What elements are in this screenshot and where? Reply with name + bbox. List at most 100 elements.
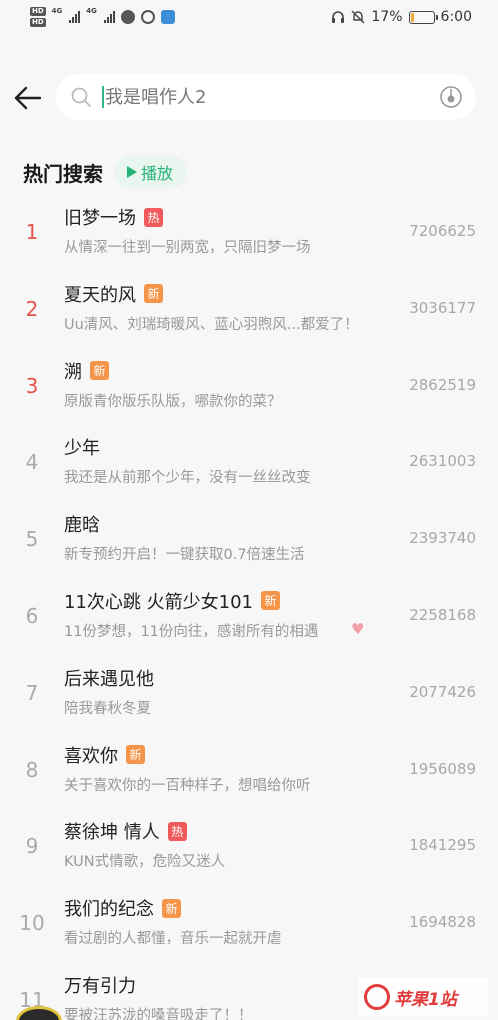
item-description: Uu清风、刘瑞琦暖风、蓝心羽煦风...都爱了！ [64,316,359,333]
signal-icon [103,11,115,23]
voice-search-icon[interactable] [438,84,464,110]
item-description: 关于喜欢你的一百种样子，想唱给你听 [64,777,311,794]
search-bar[interactable] [56,74,476,120]
watermark-text: 苹果1站 [394,989,457,1010]
list-item[interactable]: 9 蔡徐坤 情人热 KUN式情歌，危险又迷人 1841295 [0,810,498,887]
rank-number: 4 [25,450,39,475]
hot-badge: 热 [167,821,187,841]
rank-number: 9 [25,834,39,859]
item-title: 后来遇见他 [64,668,154,690]
title-line: 我们的纪念新 [64,895,181,921]
title-line: 11次心跳 火箭少女101 新 [64,588,280,614]
search-input[interactable] [105,86,438,108]
rank-number: 6 [25,603,39,628]
text-cursor [102,86,104,108]
rank-number: 2 [25,296,39,321]
item-description: 陪我春秋冬夏 [64,700,151,717]
search-icon [71,87,91,107]
search-count: 2862519 [409,375,476,394]
music-app-icon [140,10,155,24]
search-count: 2631003 [409,452,476,471]
play-label: 播放 [141,164,174,183]
hot-badge: 热 [144,207,163,227]
search-count: 3036177 [409,298,476,317]
rank-number: 1 [25,220,39,244]
new-badge: 新 [144,284,163,304]
title-line: 溯新 [64,358,109,384]
search-header [0,72,498,124]
title-line: 蔡徐坤 情人热 [64,818,187,844]
app-notification-icon [160,10,175,24]
item-description: 看过剧的人都懂，音乐一起就开虐 [64,931,282,948]
new-badge: 新 [162,898,181,918]
mute-bell-icon [351,10,365,24]
list-item[interactable]: 2 夏天的风新 Uu清风、刘瑞琦暖风、蓝心羽煦风...都爱了！ 3036177 [0,273,498,350]
signal-icon [69,11,81,23]
item-title: 我们的纪念 [64,899,154,921]
search-count: 1841295 [409,836,476,855]
heart-icon: ♥ [351,619,365,638]
list-item[interactable]: 4 少年我还是从前那个少年，没有一丝丝改变 2631003 [0,426,498,503]
globe-icon [120,10,135,24]
rank-number: 7 [25,680,39,705]
item-title: 喜欢你 [64,745,118,767]
item-title: 万有引力 [64,975,136,997]
network-label: 4G [51,7,63,15]
headphones-icon [332,11,345,23]
hot-search-list: 1 旧梦一场热从情深一往到一别两宽，只隔旧梦一场 7206625 2 夏天的风新 Uu清风… [0,196,498,1020]
clock: 6:00 [440,9,472,25]
title-line: 鹿晗 [64,511,100,537]
new-badge: 新 [90,361,109,381]
title-line: 旧梦一场热 [64,204,163,230]
item-description: 要被汪苏泷的嗓音吸走了！！ [64,1007,253,1020]
status-right: 17% 6:00 [331,9,472,25]
title-line: 后来遇见他 [64,665,154,691]
play-icon [127,166,137,178]
item-description: KUN式情歌，危险又迷人 [64,854,226,871]
search-count: 2393740 [409,529,476,548]
play-all-button[interactable]: 播放 [115,156,188,188]
title-line: 万有引力 [64,972,136,998]
back-arrow-icon[interactable] [10,80,46,116]
item-description: 我还是从前那个少年，没有一丝丝改变 [64,470,311,487]
new-badge: 新 [260,591,280,611]
item-title: 旧梦一场 [64,208,136,229]
search-count: 1956089 [409,759,476,778]
hd-icon: HD HD [30,7,46,27]
title-line: 少年 [64,434,100,460]
new-badge: 新 [126,745,145,765]
list-item[interactable]: 7 后来遇见他陪我春秋冬夏 2077426 [0,657,498,734]
list-item[interactable]: 8 喜欢你新关于喜欢你的一百种样子，想唱给你听 1956089 [0,734,498,811]
list-item[interactable]: 10 我们的纪念新看过剧的人都懂，音乐一起就开虐 1694828 [0,887,498,964]
item-description: 原版青你版乐队版，哪款你的菜？ [64,393,282,410]
item-title: 夏天的风 [64,284,136,306]
network-label: 4G [86,7,97,15]
item-title: 溯 [64,361,82,383]
search-count: 7206625 [409,222,476,240]
item-title: 11次心跳 火箭少女101 [64,591,253,613]
search-count: 1694828 [409,913,476,932]
title-line: 喜欢你新 [64,742,145,768]
battery-fill [410,12,414,22]
hot-search-header: 热门搜索 播放 [23,156,188,188]
item-description: 从情深一往到一别两宽，只隔旧梦一场 [64,240,311,256]
list-item[interactable]: 1 旧梦一场热从情深一往到一别两宽，只隔旧梦一场 7206625 [0,196,498,273]
item-title: 鹿晗 [64,515,100,537]
battery-percent: 17% [371,9,403,25]
search-count: 2077426 [409,682,476,701]
section-title: 热门搜索 [23,161,103,186]
logo-icon [364,984,390,1010]
list-item[interactable]: 3 溯新原版青你版乐队版，哪款你的菜？ 2862519 [0,350,498,427]
rank-number: 3 [25,373,39,398]
list-item[interactable]: 5 鹿晗 新专预约开启！一键获取0.7倍速生活 2393740 [0,503,498,580]
item-title: 蔡徐坤 情人 [64,822,160,844]
rank-number: 5 [25,527,39,552]
search-count: 2258168 [409,605,476,624]
list-item[interactable]: 6 11次心跳 火箭少女101 新 11份梦想，11份向往，感谢所有的相遇 ♥ 22581… [0,580,498,657]
battery-icon [408,10,438,24]
hd-label: HD [30,18,46,27]
hd-label: HD [30,7,46,16]
item-title: 少年 [64,438,100,460]
status-bar: HD HD 4G 4G 17% 6:00 [0,0,498,34]
title-line: 夏天的风新 [64,281,163,307]
